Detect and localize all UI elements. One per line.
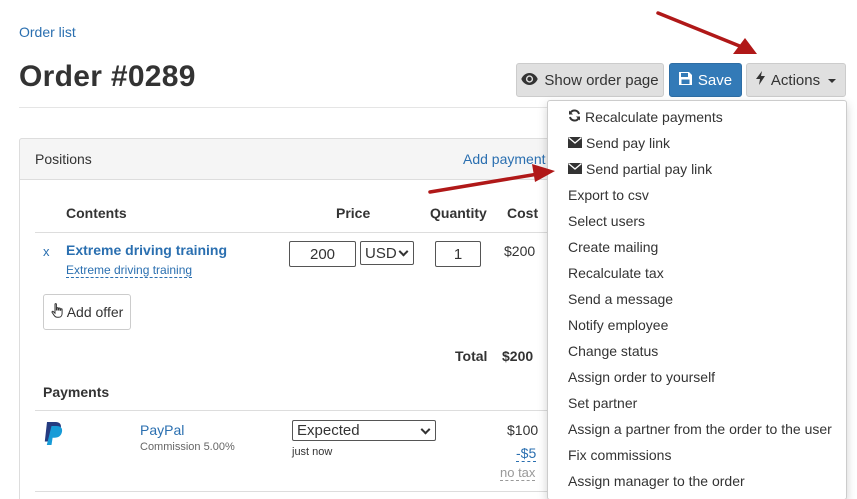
position-cost: $200 — [504, 243, 536, 259]
menu-item-label: Export to csv — [568, 187, 649, 203]
column-header-cost: Cost — [507, 205, 539, 221]
remove-position-button[interactable]: x — [43, 244, 50, 259]
menu-item-fix-commissions[interactable]: Fix commissions — [568, 447, 671, 463]
menu-item-notify-employee[interactable]: Notify employee — [568, 317, 668, 333]
payment-commission: Commission 5.00% — [140, 441, 235, 453]
table-header-divider — [35, 232, 547, 233]
save-label: Save — [697, 71, 733, 89]
menu-item-label: Assign manager to the order — [568, 473, 745, 489]
payment-method-link[interactable]: PayPal — [140, 422, 184, 438]
menu-item-label: Recalculate tax — [568, 265, 664, 281]
price-input[interactable]: 200 — [289, 241, 356, 267]
positions-heading: Positions — [35, 151, 92, 167]
annotation-arrow-actions — [656, 11, 757, 54]
payment-tax[interactable]: no tax — [500, 465, 536, 481]
position-offer-link[interactable]: Extreme driving training — [66, 263, 193, 278]
currency-select[interactable]: USD — [360, 241, 414, 265]
position-name-link[interactable]: Extreme driving training — [66, 242, 227, 258]
quantity-input[interactable]: 1 — [435, 241, 481, 267]
payment-fee-link[interactable]: -$5 — [516, 445, 537, 462]
breadcrumb-order-list[interactable]: Order list — [19, 24, 76, 40]
add-offer-label: Add offer — [66, 304, 124, 320]
total-value: $200 — [502, 348, 534, 364]
envelope-icon — [568, 135, 582, 151]
column-header-price: Price — [336, 205, 371, 221]
floppy-disk-icon — [678, 71, 692, 89]
payment-time: just now — [292, 446, 333, 458]
menu-item-label: Send pay link — [586, 135, 671, 151]
payment-status-value: Expected — [297, 422, 360, 439]
menu-item-recalculate-payments[interactable]: Recalculate payments — [568, 109, 723, 125]
column-header-contents: Contents — [66, 205, 127, 221]
menu-item-export-to-csv[interactable]: Export to csv — [568, 187, 649, 203]
menu-item-label: Recalculate payments — [585, 109, 723, 125]
payment-amount: $100 — [507, 422, 539, 438]
refresh-icon — [568, 109, 581, 125]
menu-item-label: Send a message — [568, 291, 674, 307]
menu-item-create-mailing[interactable]: Create mailing — [568, 239, 658, 255]
menu-item-label: Assign a partner from the order to the u… — [568, 421, 832, 437]
menu-item-label: Set partner — [568, 395, 638, 411]
caret-down-icon — [828, 79, 837, 83]
menu-item-select-users[interactable]: Select users — [568, 213, 645, 229]
show-order-page-label: Show order page — [544, 71, 659, 89]
payments-heading: Payments — [43, 384, 110, 400]
paypal-icon — [43, 421, 67, 450]
menu-item-assign-partner-from-order[interactable]: Assign a partner from the order to the u… — [568, 421, 832, 437]
menu-item-send-a-message[interactable]: Send a message — [568, 291, 673, 307]
menu-item-label: Send partial pay link — [586, 161, 713, 177]
actions-label: Actions — [770, 71, 821, 89]
payments-bottom-divider — [35, 491, 547, 492]
payments-divider — [35, 410, 547, 411]
menu-item-label: Fix commissions — [568, 447, 672, 463]
add-offer-button[interactable]: Add offer — [43, 294, 131, 330]
menu-item-label: Notify employee — [568, 317, 669, 333]
payment-status-select[interactable]: Expected — [292, 420, 436, 441]
page-title: Order #0289 — [19, 60, 196, 93]
menu-item-label: Change status — [568, 343, 659, 359]
chevron-down-icon — [398, 246, 409, 257]
menu-item-send-partial-pay-link[interactable]: Send partial pay link — [568, 161, 712, 177]
chevron-down-icon — [420, 424, 431, 435]
lightning-icon — [755, 71, 765, 89]
show-order-page-button[interactable]: Show order page — [516, 63, 664, 97]
envelope-icon — [568, 161, 582, 177]
menu-item-label: Create mailing — [568, 239, 659, 255]
menu-item-send-pay-link[interactable]: Send pay link — [568, 135, 670, 151]
menu-item-assign-order-to-yourself[interactable]: Assign order to yourself — [568, 369, 715, 385]
total-label: Total — [455, 348, 488, 364]
eye-icon — [521, 72, 539, 89]
menu-item-assign-manager[interactable]: Assign manager to the order — [568, 473, 745, 489]
save-button[interactable]: Save — [669, 63, 742, 97]
menu-item-set-partner[interactable]: Set partner — [568, 395, 637, 411]
menu-item-change-status[interactable]: Change status — [568, 343, 658, 359]
menu-item-recalculate-tax[interactable]: Recalculate tax — [568, 265, 664, 281]
column-header-quantity: Quantity — [430, 205, 487, 221]
actions-dropdown-button[interactable]: Actions — [746, 63, 846, 97]
currency-value: USD — [365, 244, 397, 262]
add-payment-link[interactable]: Add payment — [463, 151, 546, 167]
pointing-hand-icon — [51, 303, 64, 321]
menu-item-label: Select users — [568, 213, 646, 229]
menu-item-label: Assign order to yourself — [568, 369, 716, 385]
